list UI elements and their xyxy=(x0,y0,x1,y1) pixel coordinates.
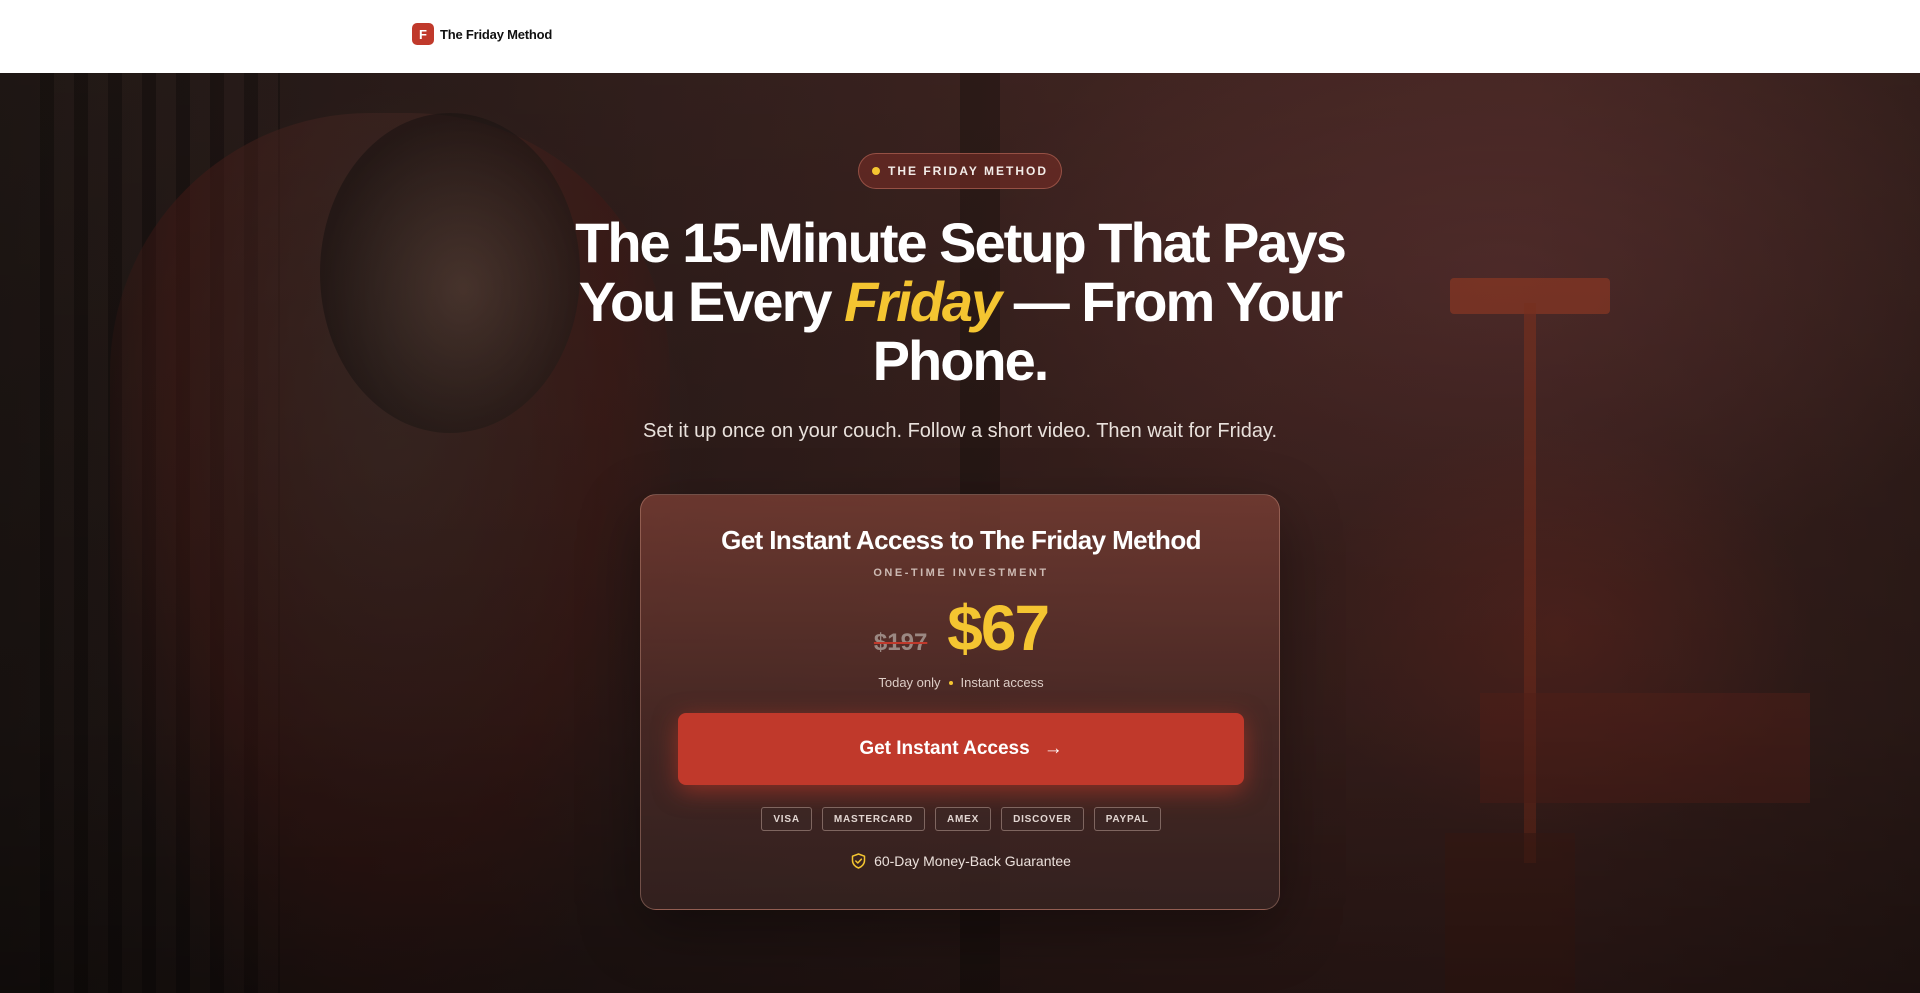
payment-badge-amex: AMEX xyxy=(934,807,992,831)
hero-content: THE FRIDAY METHOD The 15-Minute Setup Th… xyxy=(0,73,1920,993)
get-instant-access-button[interactable]: Get Instant Access → xyxy=(678,713,1244,785)
eyebrow-text: THE FRIDAY METHOD xyxy=(887,164,1048,178)
cta-label: Get Instant Access xyxy=(859,738,1030,759)
offer-eyebrow: ONE-TIME INVESTMENT xyxy=(873,567,1049,579)
hero-headline: The 15-Minute Setup That Pays You Every … xyxy=(460,213,1460,390)
price-note: Today only Instant access xyxy=(641,675,1281,690)
guarantee-note: 60-Day Money-Back Guarantee xyxy=(641,853,1281,869)
price-row: $197 $67 xyxy=(641,591,1281,665)
headline-highlight: Friday xyxy=(844,270,1002,333)
eyebrow-badge: THE FRIDAY METHOD xyxy=(858,153,1062,189)
arrow-right-icon: → xyxy=(1043,738,1063,759)
offer-title: Get Instant Access to The Friday Method xyxy=(721,525,1201,555)
hero-subheadline: Set it up once on your couch. Follow a s… xyxy=(642,420,1278,442)
sale-price: $67 xyxy=(947,592,1050,664)
payment-badge-visa: VISA xyxy=(761,807,812,831)
brand-mark-icon: F xyxy=(412,23,434,45)
top-nav: F The Friday Method xyxy=(0,0,1920,73)
hero-section: THE FRIDAY METHOD The 15-Minute Setup Th… xyxy=(0,73,1920,993)
guarantee-text: 60-Day Money-Back Guarantee xyxy=(874,853,1071,869)
headline-line-2-end: — From Your xyxy=(1000,270,1344,333)
offer-card: Get Instant Access to The Friday Method … xyxy=(640,494,1280,910)
headline-line-3: Phone. xyxy=(872,329,1050,392)
price-note-access: Instant access xyxy=(960,675,1044,690)
bullet-dot-icon xyxy=(948,680,953,685)
original-price: $197 xyxy=(873,629,928,656)
shield-check-icon xyxy=(851,853,866,869)
brand-logo[interactable]: F The Friday Method xyxy=(412,23,552,45)
eyebrow-dot-icon xyxy=(871,167,880,175)
payment-badge-paypal: PAYPAL xyxy=(1093,807,1161,831)
payment-methods: VISA MASTERCARD AMEX DISCOVER PAYPAL xyxy=(641,807,1281,831)
brand-name: The Friday Method xyxy=(440,26,553,42)
payment-badge-mastercard: MASTERCARD xyxy=(821,807,925,831)
headline-line-2-start: You Every xyxy=(578,270,845,333)
headline-line-1: The 15-Minute Setup That Pays xyxy=(575,211,1347,274)
payment-badge-discover: DISCOVER xyxy=(1001,807,1084,831)
price-note-today: Today only xyxy=(878,675,941,690)
